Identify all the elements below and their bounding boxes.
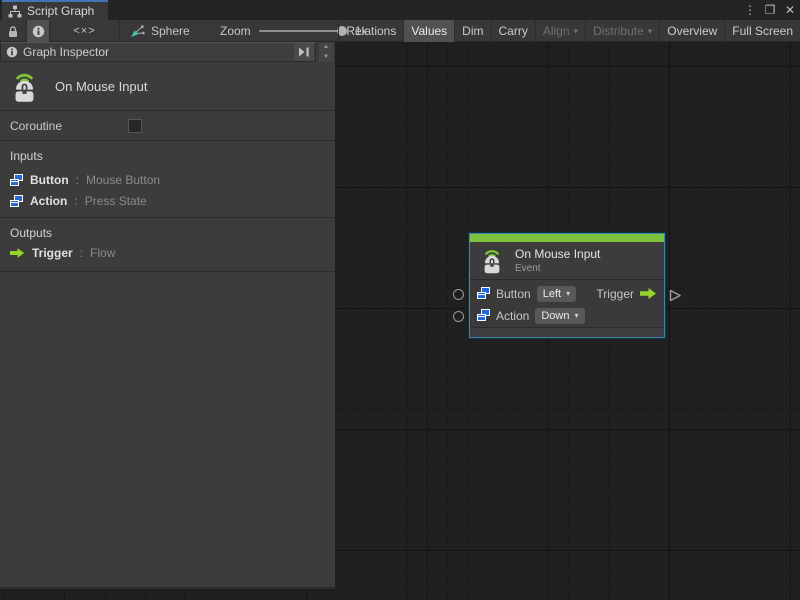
node-footer <box>470 327 664 336</box>
node-header[interactable]: On Mouse Input Event <box>470 242 664 280</box>
dock-panel-button[interactable] <box>294 43 314 61</box>
outputs-section: Outputs Trigger : Flow <box>0 219 335 272</box>
tab-script-graph[interactable]: Script Graph <box>2 0 108 20</box>
port-type: Mouse Button <box>86 173 160 187</box>
input-port-button[interactable] <box>453 289 464 300</box>
output-row-trigger: Trigger : Flow <box>10 246 115 260</box>
input-port-action[interactable] <box>453 311 464 322</box>
chevron-down-icon: ▾ <box>574 311 578 320</box>
node-titles: On Mouse Input Event <box>515 247 600 274</box>
trigger-output: Trigger <box>596 287 657 301</box>
window-menu-button[interactable]: ⋮ <box>743 0 757 20</box>
node-body: Button Left ▾ Trigger <box>470 280 664 327</box>
spin-up-button[interactable]: ▲ <box>319 43 333 52</box>
carry-button[interactable]: Carry <box>491 20 535 42</box>
mouse-event-icon <box>480 248 504 274</box>
port-separator: : <box>76 173 79 187</box>
inputs-section: Inputs Button : Mouse Button <box>0 142 335 218</box>
script-graph-window: On Mouse Input Event Button Left <box>0 0 800 600</box>
unit-title: On Mouse Input <box>55 79 148 94</box>
flow-arrow-icon <box>640 287 657 300</box>
node-row-button: Button Left ▾ Trigger <box>477 283 657 304</box>
tab-bar: Script Graph ⋮ ❐ ✕ <box>0 0 800 20</box>
window-controls: ⋮ ❐ ✕ <box>743 0 797 20</box>
output-port-trigger[interactable] <box>669 289 682 302</box>
toolbar: <×> Sphere Zoom 1x Relations <box>0 20 800 42</box>
input-row-action: Action : Press State <box>10 194 147 208</box>
coroutine-checkbox[interactable] <box>128 119 142 133</box>
port-name: Button <box>30 173 69 187</box>
port-name: Action <box>30 194 67 208</box>
full-screen-button[interactable]: Full Screen <box>724 20 800 42</box>
port-name: Trigger <box>32 246 73 260</box>
lock-button[interactable] <box>0 20 27 42</box>
inspected-unit-header: On Mouse Input <box>0 63 335 111</box>
relations-button[interactable]: Relations <box>338 20 403 42</box>
value-port-icon <box>477 287 490 300</box>
input-row-button: Button : Mouse Button <box>10 173 160 187</box>
node-row-action: Action Down ▾ <box>477 305 657 326</box>
align-dropdown-button[interactable]: Align ▾ <box>535 20 585 42</box>
overview-button[interactable]: Overview <box>659 20 724 42</box>
graph-inspector-panel: Graph Inspector ▲ ▼ <box>0 42 336 589</box>
node-subtitle: Event <box>515 263 600 274</box>
button-port-label: Button <box>496 287 531 301</box>
edit-source-button[interactable]: <×> <box>50 20 120 42</box>
node-on-mouse-input[interactable]: On Mouse Input Event Button Left <box>469 233 665 338</box>
trigger-port-label: Trigger <box>596 287 634 301</box>
action-port-label: Action <box>496 309 529 323</box>
dim-button[interactable]: Dim <box>454 20 490 42</box>
distribute-dropdown-button[interactable]: Distribute ▾ <box>585 20 659 42</box>
port-separator: : <box>80 246 83 260</box>
chevron-down-icon: ▾ <box>574 21 579 42</box>
context-label: Sphere <box>151 24 190 38</box>
node-event-colorbar <box>470 234 664 242</box>
chevron-down-icon: ▾ <box>648 21 653 42</box>
port-separator: : <box>74 194 77 208</box>
flow-arrow-icon <box>10 247 25 259</box>
zoom-slider-track <box>259 30 347 32</box>
zoom-slider[interactable] <box>259 20 347 42</box>
tab-label: Script Graph <box>27 4 94 18</box>
port-type: Flow <box>90 246 115 260</box>
spin-down-button[interactable]: ▼ <box>319 53 333 62</box>
coroutine-row: Coroutine <box>0 112 335 141</box>
value-port-icon <box>10 195 23 208</box>
node-title: On Mouse Input <box>515 247 600 261</box>
align-label: Align <box>543 21 570 42</box>
info-icon <box>32 25 45 38</box>
dock-right-icon <box>298 47 310 57</box>
outputs-header: Outputs <box>10 226 335 240</box>
inspector-toggle-button[interactable] <box>27 20 50 42</box>
panel-spinner: ▲ ▼ <box>319 43 333 62</box>
value-port-icon <box>477 309 490 322</box>
mouse-event-icon <box>10 71 39 103</box>
port-type: Press State <box>85 194 147 208</box>
inputs-header: Inputs <box>10 149 335 163</box>
zoom-label: Zoom <box>220 24 251 38</box>
lock-icon <box>7 25 19 38</box>
distribute-label: Distribute <box>593 21 644 42</box>
info-icon <box>6 46 18 58</box>
coroutine-label: Coroutine <box>10 119 62 133</box>
graph-pointer-icon <box>130 24 145 38</box>
button-value-dropdown[interactable]: Left ▾ <box>537 286 576 302</box>
graph-context[interactable]: Sphere <box>130 20 190 42</box>
toolbar-right-buttons: Relations Values Dim Carry Align ▾ Distr… <box>338 20 800 42</box>
window-maximize-button[interactable]: ❐ <box>763 0 777 20</box>
action-value-dropdown[interactable]: Down ▾ <box>535 308 584 324</box>
action-value: Down <box>541 310 569 322</box>
graph-inspector-header[interactable]: Graph Inspector <box>0 42 316 62</box>
window-close-button[interactable]: ✕ <box>783 0 797 20</box>
hierarchy-graph-icon <box>8 5 22 18</box>
value-port-icon <box>10 174 23 187</box>
button-value: Left <box>543 288 561 300</box>
chevron-down-icon: ▾ <box>566 289 570 298</box>
values-button[interactable]: Values <box>403 20 454 42</box>
inspector-title: Graph Inspector <box>23 45 294 59</box>
